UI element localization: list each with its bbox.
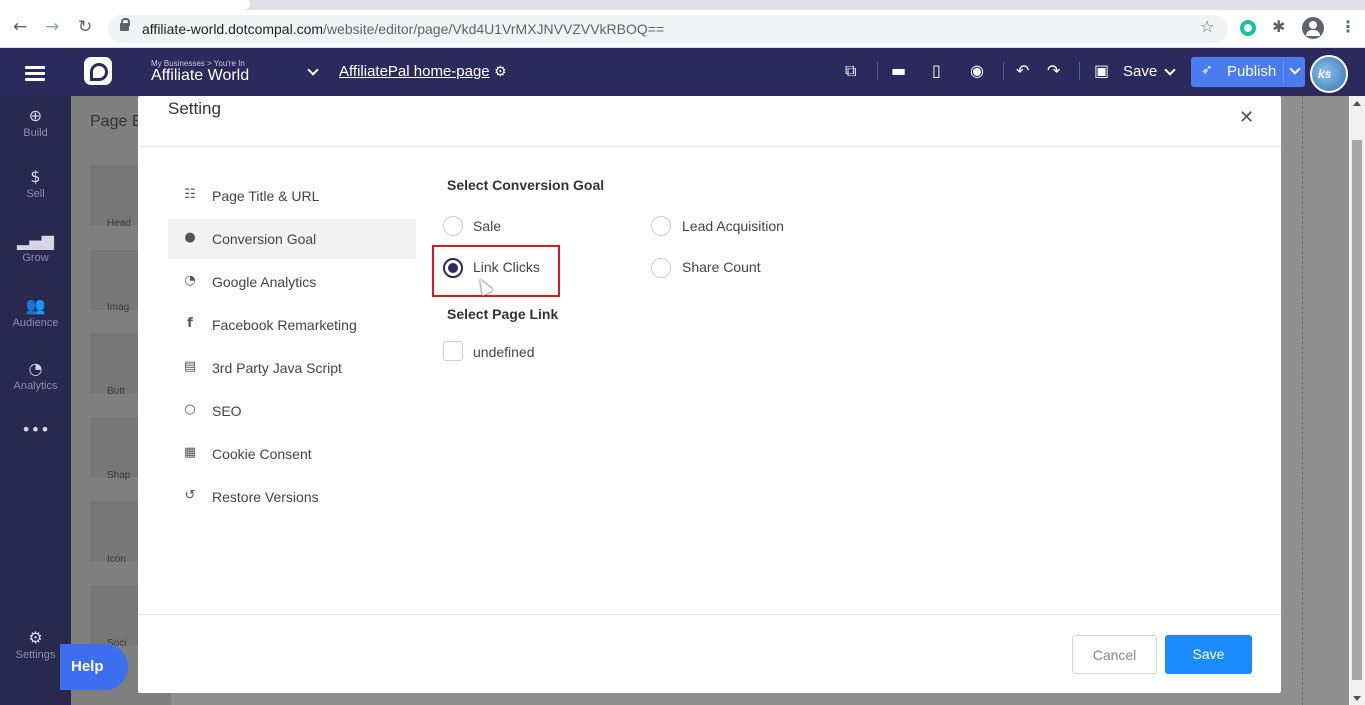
- settings-menu-seo[interactable]: ○ SEO: [168, 391, 416, 431]
- redo-icon[interactable]: ↷: [1047, 60, 1060, 82]
- rocket-icon: ➶: [1201, 62, 1213, 78]
- active-tab[interactable]: [0, 0, 250, 10]
- analytics-icon: ◔: [28, 359, 43, 378]
- mobile-view-icon[interactable]: ▯: [932, 60, 941, 82]
- goal-radio-sale[interactable]: [443, 216, 463, 236]
- back-icon[interactable]: ←: [13, 17, 27, 37]
- goal-radio-share-count[interactable]: [651, 258, 671, 278]
- browser-menu-icon[interactable]: ⋮: [1340, 17, 1356, 37]
- sidebar-item-sell[interactable]: $ Sell: [0, 167, 71, 201]
- settings-menu-3rd-party-script[interactable]: ▤ 3rd Party Java Script: [168, 348, 416, 388]
- header-save-button[interactable]: Save: [1123, 63, 1157, 80]
- hamburger-menu-icon[interactable]: [25, 66, 45, 81]
- header-separator: [877, 62, 878, 80]
- save-disk-icon[interactable]: ▣: [1094, 60, 1109, 82]
- modal-header-divider: [138, 146, 1281, 147]
- business-name[interactable]: Affiliate World: [151, 67, 249, 85]
- more-icon: •••: [21, 420, 50, 439]
- element-tile-label: Shap: [107, 470, 131, 481]
- lock-icon: [120, 18, 130, 34]
- page-link-label[interactable]: undefined: [473, 344, 535, 360]
- extensions-icon[interactable]: ✱: [1272, 17, 1285, 37]
- app-logo[interactable]: [84, 57, 112, 85]
- scroll-down-icon[interactable]: [1353, 696, 1361, 701]
- dollar-icon: $: [30, 167, 41, 186]
- header-separator: [1003, 62, 1004, 80]
- highlight-annotation: [432, 245, 560, 297]
- sidebar-item-audience[interactable]: 👥 Audience: [0, 296, 71, 330]
- settings-menu-cookie-consent[interactable]: ▦ Cookie Consent: [168, 434, 416, 474]
- canvas-guide: [1302, 96, 1303, 705]
- element-tile-label: Imag: [107, 302, 130, 313]
- url-text: affiliate-world.dotcompal.com/website/ed…: [142, 21, 665, 37]
- settings-menu-facebook-remarketing[interactable]: f Facebook Remarketing: [168, 305, 416, 345]
- preview-eye-icon[interactable]: ◉: [970, 60, 984, 82]
- page-name-link[interactable]: AffiliatePal home-page: [339, 63, 490, 80]
- publish-dropdown-icon[interactable]: [1289, 63, 1301, 75]
- header-separator: [1079, 62, 1080, 80]
- google-analytics-icon: ◔: [184, 273, 196, 288]
- forward-icon[interactable]: →: [45, 17, 59, 37]
- desktop-view-icon[interactable]: ▬: [891, 60, 906, 82]
- scrollbar-thumb[interactable]: [1352, 140, 1362, 680]
- settings-menu-conversion-goal[interactable]: ● Conversion Goal: [168, 219, 416, 259]
- goal-label-sale[interactable]: Sale: [473, 218, 501, 234]
- modal-title: Setting: [168, 99, 221, 118]
- address-bar[interactable]: affiliate-world.dotcompal.com/website/ed…: [108, 15, 1228, 43]
- element-tile-label: Icon: [107, 554, 126, 565]
- scroll-up-icon[interactable]: [1353, 101, 1361, 106]
- target-icon: ●: [184, 230, 196, 245]
- facebook-icon: f: [187, 316, 193, 331]
- conversion-goal-heading: Select Conversion Goal: [447, 177, 605, 193]
- sidebar-item-grow[interactable]: ▂▄▆ Grow: [0, 231, 71, 265]
- modal-footer-divider: [138, 614, 1281, 615]
- goal-label-share-count[interactable]: Share Count: [682, 259, 761, 275]
- grammarly-icon[interactable]: [1240, 20, 1256, 36]
- page-settings-icon[interactable]: ⚙: [494, 65, 507, 79]
- element-tile-label: Butt: [107, 386, 125, 397]
- sidebar-item-more[interactable]: •••: [0, 420, 71, 440]
- publish-button[interactable]: ➶ Publish: [1191, 57, 1305, 87]
- sidebar-item-build[interactable]: ⊕ Build: [0, 106, 71, 140]
- list-icon: ☷: [184, 187, 196, 202]
- goal-radio-lead-acquisition[interactable]: [651, 216, 671, 236]
- sidebar-item-analytics[interactable]: ◔ Analytics: [0, 359, 71, 393]
- page-link-checkbox[interactable]: [443, 341, 463, 361]
- reload-icon[interactable]: ↻: [78, 17, 92, 37]
- goal-label-lead-acquisition[interactable]: Lead Acquisition: [682, 218, 784, 234]
- undo-icon[interactable]: ↶: [1016, 60, 1029, 82]
- page-link-heading: Select Page Link: [447, 306, 559, 322]
- users-icon: 👥: [25, 296, 46, 315]
- search-icon: ○: [184, 402, 196, 417]
- save-button[interactable]: Save: [1165, 635, 1252, 674]
- profile-icon[interactable]: [1302, 17, 1324, 39]
- settings-menu-restore-versions[interactable]: ↺ Restore Versions: [168, 477, 416, 517]
- restore-icon: ↺: [184, 488, 196, 503]
- bar-chart-icon: ▂▄▆: [17, 231, 54, 250]
- script-icon: ▤: [183, 359, 197, 374]
- settings-menu-page-title-url[interactable]: ☷ Page Title & URL: [168, 176, 416, 216]
- plus-circle-icon: ⊕: [28, 106, 43, 125]
- help-button[interactable]: Help: [60, 644, 128, 690]
- close-icon[interactable]: ✕: [1239, 108, 1254, 128]
- element-tile-label: Head: [107, 218, 131, 229]
- element-panel-title: Page E: [90, 113, 143, 130]
- avatar[interactable]: ks: [1310, 55, 1348, 93]
- mobile-desktop-switch-icon[interactable]: ⧉: [845, 60, 856, 82]
- tab-strip: [0, 0, 1365, 10]
- cancel-button[interactable]: Cancel: [1072, 635, 1157, 674]
- cookie-icon: ▦: [183, 445, 197, 460]
- star-icon[interactable]: ☆: [1200, 17, 1214, 37]
- settings-menu-google-analytics[interactable]: ◔ Google Analytics: [168, 262, 416, 302]
